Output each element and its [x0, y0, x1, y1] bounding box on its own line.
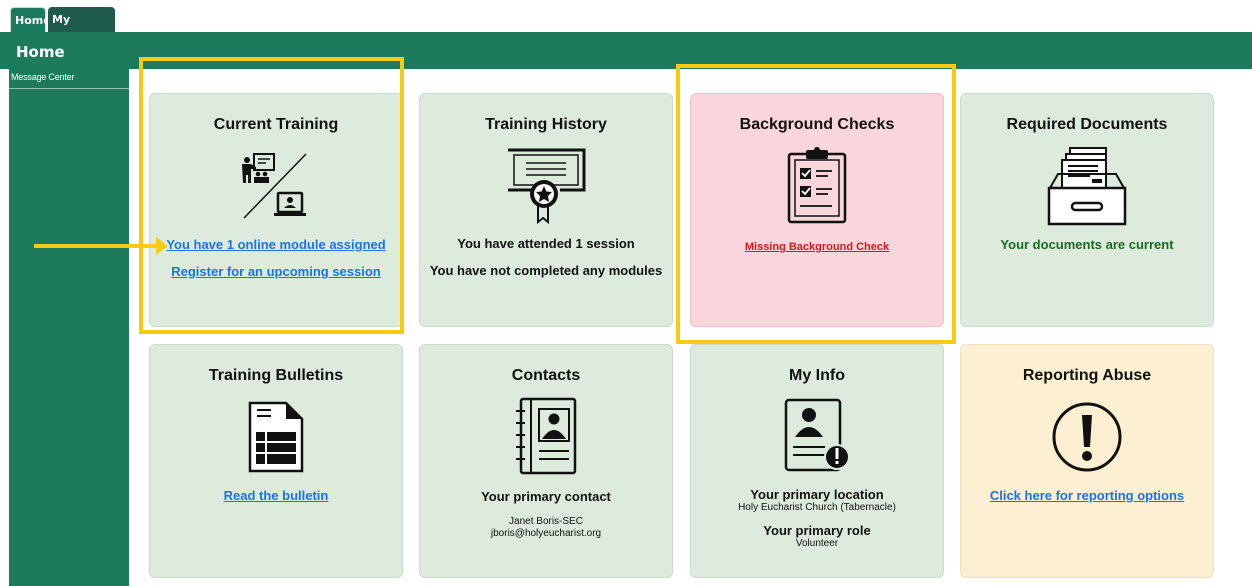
highlight-background-checks — [676, 64, 956, 344]
primary-location-label: Your primary location — [750, 487, 884, 502]
primary-contact-email: jboris@holyeucharist.org — [490, 528, 602, 539]
tab-home[interactable]: Home — [10, 7, 51, 32]
profile-alert-icon — [784, 398, 850, 472]
primary-contact-name: Janet Boris-SEC — [509, 516, 583, 527]
tab-my-diocese[interactable]: My Diocese — [48, 7, 115, 51]
tab-bar: Home My Diocese — [0, 0, 1252, 51]
card-title: Contacts — [511, 367, 581, 384]
document-drawer-icon — [1047, 147, 1127, 226]
reporting-options-link[interactable]: Click here for reporting options — [990, 488, 1184, 503]
card-training-history: Training History You have attended 1 ses… — [419, 93, 673, 327]
card-reporting-abuse: Reporting Abuse Click here for reporting… — [960, 344, 1214, 578]
primary-contact-label: Your primary contact — [481, 489, 611, 504]
card-contacts: Contacts Your primary contact Janet Bori… — [419, 344, 673, 578]
certificate-icon — [508, 148, 586, 224]
highlight-current-training — [139, 57, 404, 334]
bulletin-icon — [248, 401, 304, 473]
page-title: Home — [16, 43, 65, 61]
exclamation-circle-icon — [1052, 402, 1122, 472]
card-title: Training History — [485, 116, 607, 133]
annotation-arrow-head — [156, 237, 168, 255]
address-book-icon — [516, 397, 577, 475]
card-title: Required Documents — [1006, 116, 1168, 133]
annotation-arrow-shaft — [34, 244, 160, 248]
sidebar: Message Center — [9, 69, 129, 586]
primary-location-value: Holy Eucharist Church (Tabernacle) — [738, 502, 896, 513]
card-title: Training Bulletins — [208, 367, 344, 384]
card-my-info: My Info Your primary location Holy Eucha… — [690, 344, 944, 578]
card-title: My Info — [789, 367, 845, 384]
read-bulletin-link[interactable]: Read the bulletin — [224, 488, 329, 503]
card-required-documents: Required Documents Your documents are cu… — [960, 93, 1214, 327]
card-training-bulletins: Training Bulletins Read the bulletin — [149, 344, 403, 578]
primary-role-label: Your primary role — [763, 523, 871, 538]
documents-status-text: Your documents are current — [1000, 237, 1174, 252]
primary-role-value: Volunteer — [795, 538, 839, 549]
sessions-attended-text: You have attended 1 session — [457, 236, 635, 251]
sidebar-item-message-center[interactable]: Message Center — [11, 72, 74, 82]
card-title: Reporting Abuse — [1022, 367, 1152, 384]
sidebar-divider — [9, 88, 129, 89]
modules-completed-text: You have not completed any modules — [429, 263, 663, 278]
